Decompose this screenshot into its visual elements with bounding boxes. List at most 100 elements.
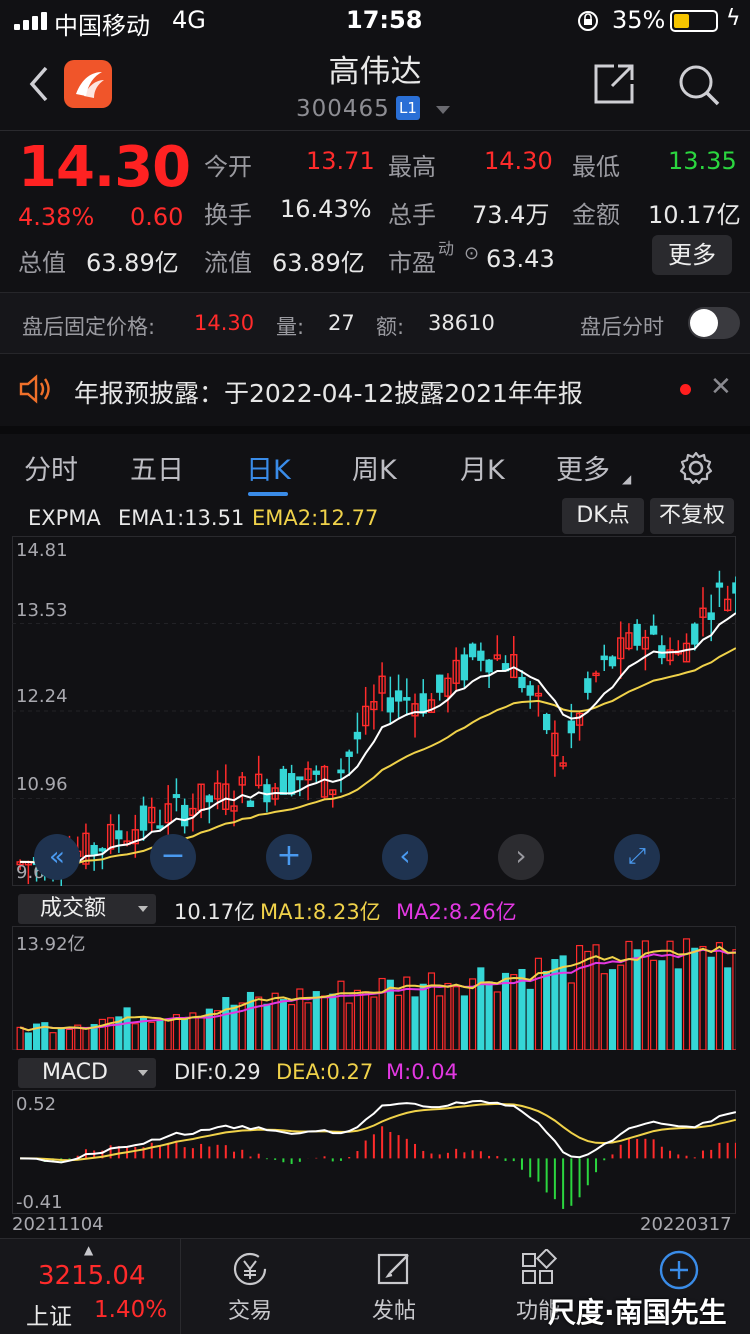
carrier: 中国移动: [54, 12, 150, 40]
active-tab-indicator: [248, 492, 288, 496]
macd-y-min: -0.41: [16, 1192, 63, 1213]
rotation-lock-icon: [578, 11, 598, 31]
nav-post-label: 发帖: [371, 1299, 416, 1324]
pe-label: 市盈: [388, 249, 436, 277]
close-icon[interactable]: ✕: [710, 372, 732, 402]
speaker-icon: [19, 374, 50, 404]
y-label-4: 10.96: [16, 774, 68, 795]
tab-daily-k[interactable]: 日K: [246, 448, 291, 487]
turnover-label: 换手: [204, 201, 252, 229]
last-price: 14.30: [18, 135, 191, 200]
volume-ma1: MA1:8.23亿: [260, 900, 381, 924]
ema1-line: [20, 612, 736, 870]
notice-bar[interactable]: 年报预披露：于2022-04-12披露2021年年报 ✕: [0, 356, 750, 424]
edit-icon: [377, 1253, 409, 1285]
kline-chart[interactable]: [12, 536, 736, 886]
more-caret-icon: ◢: [622, 472, 632, 486]
index-widget[interactable]: ▲ 3215.04 上证 1.40%: [0, 1239, 180, 1334]
notice-text: 年报预披露：于2022-04-12披露2021年年报: [74, 379, 583, 408]
float-cap: 63.89亿: [272, 249, 365, 277]
turnover-value: 16.43%: [280, 195, 372, 223]
signal-icon: [14, 12, 48, 30]
kline-indicator-name: EXPMA: [28, 506, 101, 530]
more-button[interactable]: 更多: [652, 235, 732, 275]
macd-selector[interactable]: MACD: [18, 1058, 156, 1088]
open-value: 13.71: [306, 147, 375, 175]
macd-dif: DIF:0.29: [174, 1060, 261, 1084]
index-name: 上证: [26, 1304, 72, 1330]
stock-name: 高伟达: [328, 54, 422, 90]
unread-dot: [680, 384, 691, 395]
info-icon[interactable]: ⊙: [464, 243, 479, 264]
level-badge: L1: [396, 96, 420, 120]
float-cap-label: 流值: [204, 249, 252, 277]
share-icon[interactable]: [592, 62, 636, 106]
amount-label: 金额: [572, 201, 620, 229]
yen-exchange-icon: [233, 1252, 267, 1286]
search-icon[interactable]: [676, 62, 722, 108]
tab-intraday[interactable]: 分时: [24, 448, 78, 487]
network: 4G: [172, 6, 206, 34]
nav-trade-label: 交易: [227, 1299, 272, 1324]
add-icon[interactable]: [658, 1249, 700, 1291]
chevron-down-icon[interactable]: [436, 106, 450, 114]
caret-up-icon: ▲: [84, 1243, 94, 1257]
tab-five-day[interactable]: 五日: [130, 448, 184, 487]
macd-chart[interactable]: [12, 1090, 736, 1214]
tab-monthly-k[interactable]: 月K: [460, 448, 505, 487]
after-hours-bar: 盘后固定价格: 14.30 量: 27 额: 38610 盘后分时: [0, 292, 750, 354]
change-amount: 0.60: [130, 203, 184, 231]
low-value: 13.35: [668, 147, 737, 175]
change-percent: 4.38%: [18, 203, 95, 231]
tab-more[interactable]: 更多: [556, 448, 610, 487]
clock: 17:58: [346, 6, 423, 34]
macd-m: M:0.04: [386, 1060, 458, 1084]
dk-point-button[interactable]: DK点: [562, 498, 644, 534]
watermark: 尺度·南国先生: [548, 1296, 727, 1329]
nav-trade[interactable]: 交易: [200, 1239, 300, 1334]
start-date: 20211104: [12, 1214, 104, 1235]
end-date: 20220317: [640, 1214, 732, 1235]
after-hours-amt: 38610: [428, 311, 495, 335]
zoom-out-button[interactable]: −: [150, 834, 196, 880]
gear-icon[interactable]: [678, 450, 714, 486]
after-hours-amt-label: 额:: [376, 315, 405, 339]
y-label-1: 14.81: [16, 540, 68, 561]
chart-area: EXPMA EMA1:13.51 EMA2:12.77 DK点 不复权 14.8…: [0, 498, 750, 1238]
chevron-left-icon[interactable]: ‹: [382, 834, 428, 880]
volume-ma2: MA2:8.26亿: [396, 900, 517, 924]
macd-y-max: 0.52: [16, 1094, 57, 1115]
after-hours-timeshare-label: 盘后分时: [580, 315, 664, 339]
charging-icon: ϟ: [726, 6, 741, 31]
volume-selector[interactable]: 成交额: [18, 894, 156, 924]
chart-tabs: 分时 五日 日K 周K 月K 更多 ◢: [0, 426, 750, 498]
total-cap: 63.89亿: [86, 249, 179, 277]
y-label-3: 12.24: [16, 686, 68, 707]
battery-percent: 35%: [612, 6, 666, 34]
kline-ema1: EMA1:13.51: [118, 506, 245, 530]
quote-panel: 14.30 4.38% 0.60 总值 63.89亿 今开 13.71 换手 1…: [0, 130, 750, 290]
zoom-in-button[interactable]: +: [266, 834, 312, 880]
after-hours-vol: 27: [328, 311, 355, 335]
index-percent: 1.40%: [94, 1297, 168, 1323]
pe-value: 63.43: [486, 245, 555, 273]
chevron-right-icon[interactable]: ›: [498, 834, 544, 880]
nav-post[interactable]: 发帖: [344, 1239, 444, 1334]
battery-icon: [670, 10, 718, 32]
open-label: 今开: [204, 153, 252, 181]
total-cap-label: 总值: [18, 249, 66, 277]
macd-dea: DEA:0.27: [276, 1060, 374, 1084]
after-hours-toggle[interactable]: [688, 307, 740, 339]
after-hours-vol-label: 量:: [276, 315, 305, 339]
tab-weekly-k[interactable]: 周K: [352, 448, 397, 487]
low-label: 最低: [572, 153, 620, 181]
status-bar: 中国移动 4G 17:58 35% ϟ: [0, 0, 750, 40]
high-value: 14.30: [484, 147, 553, 175]
scroll-left-far-button[interactable]: «: [34, 834, 80, 880]
high-label: 最高: [388, 153, 436, 181]
adjust-button[interactable]: 不复权: [650, 498, 734, 534]
volume-chart[interactable]: [12, 926, 736, 1050]
fullscreen-icon[interactable]: ⤢: [614, 834, 660, 880]
volume-value: 73.4万: [472, 201, 550, 229]
after-hours-label: 盘后固定价格:: [22, 315, 156, 339]
